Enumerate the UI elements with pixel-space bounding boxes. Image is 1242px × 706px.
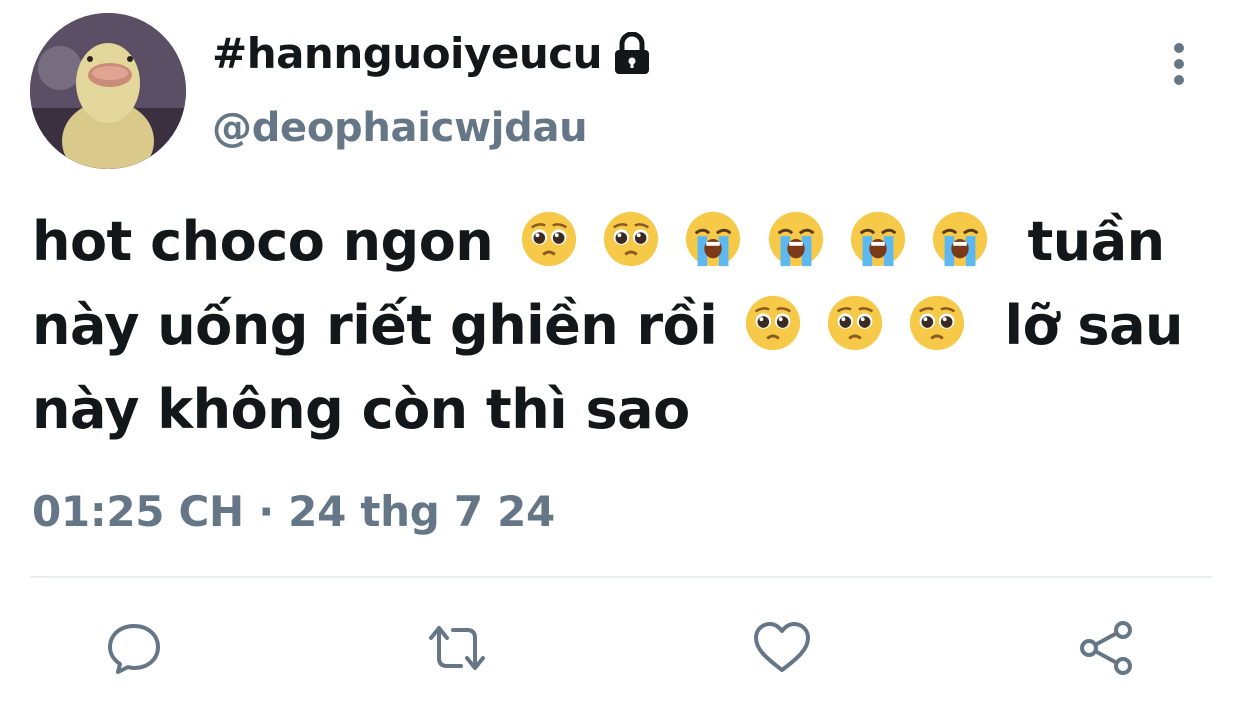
loudly-crying-face-emoji — [686, 211, 741, 267]
tweet-timestamp[interactable]: 01:25 CH · 24 thg 7 24 — [32, 482, 555, 542]
tweet-line-3: này không còn thì sao — [32, 368, 1212, 452]
tweet-text-segment: này không còn thì sao — [32, 378, 690, 441]
reply-button[interactable] — [104, 618, 164, 678]
tweet-text-segment: tuần — [1027, 210, 1165, 273]
tweet-text: hot choco ngon tuần này uống riết ghiền … — [32, 200, 1212, 452]
pleading-face-emoji — [910, 295, 965, 351]
pleading-face-emoji — [521, 211, 576, 267]
loudly-crying-face-emoji — [933, 211, 988, 267]
tweet-line-1: hot choco ngon tuần — [32, 200, 1212, 284]
loudly-crying-face-emoji — [768, 211, 823, 267]
pleading-face-emoji — [827, 295, 882, 351]
tweet-line-2: này uống riết ghiền rồi lỡ sau — [32, 284, 1212, 368]
reply-icon — [108, 624, 160, 674]
tweet-text-segment: lỡ sau — [1004, 294, 1184, 357]
retweet-icon — [429, 626, 485, 670]
display-name-row: #hannguoiyeucu — [212, 24, 652, 84]
heart-icon — [754, 622, 810, 672]
pleading-face-emoji — [603, 211, 658, 267]
tweet-text-segment: hot choco ngon — [32, 210, 494, 273]
like-button[interactable] — [752, 618, 812, 678]
lock-icon — [612, 31, 652, 76]
display-name[interactable]: #hannguoiyeucu — [212, 24, 603, 84]
duck-avatar-image — [30, 13, 186, 169]
share-button[interactable] — [1076, 618, 1136, 678]
loudly-crying-face-emoji — [850, 211, 905, 267]
emoji-group — [520, 200, 996, 284]
emoji-group — [744, 284, 973, 368]
user-handle[interactable]: @deophaicwjdau — [212, 98, 588, 158]
divider — [30, 576, 1212, 578]
pleading-face-emoji — [745, 295, 800, 351]
retweet-button[interactable] — [427, 618, 487, 678]
more-options-icon[interactable] — [1158, 40, 1200, 88]
tweet-text-segment: này uống riết ghiền rồi — [32, 294, 718, 357]
avatar[interactable] — [30, 13, 186, 169]
share-icon — [1080, 621, 1132, 675]
